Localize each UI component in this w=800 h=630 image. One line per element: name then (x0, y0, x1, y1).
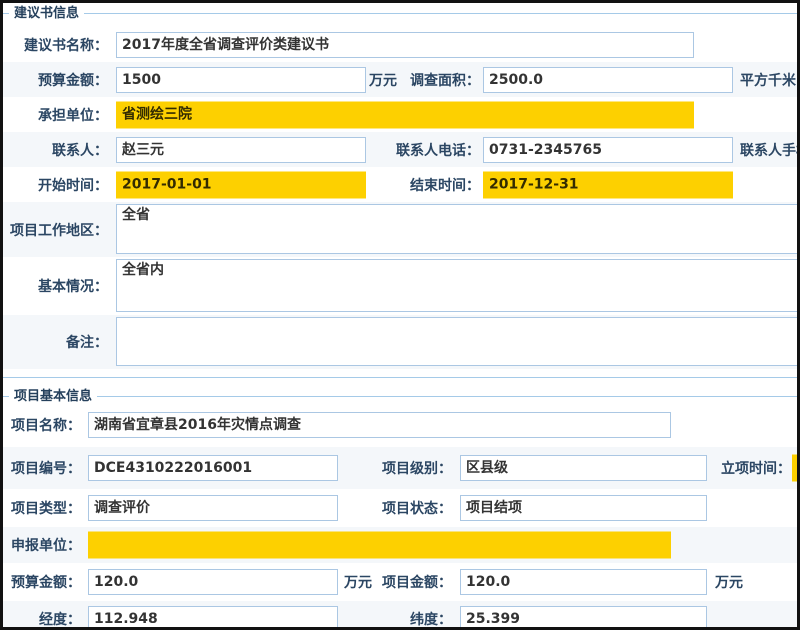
contact-label: 联系人： (3, 140, 108, 160)
survey-area-unit: 平方千米 (740, 70, 796, 90)
row-budget-amount: 预算金额： 120.0 万元 项目金额： 120.0 万元 (3, 563, 797, 601)
undertaker-input[interactable]: 省测绘三院 (116, 101, 694, 128)
row-undertaker: 承担单位： 省测绘三院 (3, 97, 797, 132)
contact-phone-input[interactable]: 0731-2345765 (483, 137, 733, 163)
longitude-label: 经度： (3, 609, 81, 629)
project-budget-unit: 万元 (344, 572, 372, 592)
contact-input[interactable]: 赵三元 (116, 137, 366, 163)
project-budget-input[interactable]: 120.0 (88, 569, 338, 595)
approval-time-label: 立项时间： (716, 458, 791, 478)
row-lon-lat: 经度： 112.948 纬度： 25.399 (3, 601, 797, 630)
row-type-status: 项目类型： 调查评价 项目状态： 项目结项 (3, 489, 797, 527)
undertaker-label: 承担单位： (3, 105, 108, 125)
row-project-name: 项目名称： 湖南省宜章县2016年灾情点调查 (3, 403, 797, 447)
project-amount-unit: 万元 (715, 572, 743, 592)
remarks-textarea[interactable] (116, 317, 800, 366)
budget-input[interactable]: 1500 (116, 67, 366, 93)
start-date-input[interactable]: 2017-01-01 (116, 171, 366, 198)
row-proposal-name: 建议书名称： 2017年度全省调查评价类建议书 (3, 27, 797, 62)
latitude-input[interactable]: 25.399 (460, 606, 707, 630)
row-remarks: 备注： (3, 315, 797, 369)
row-budget-area: 预算金额： 1500 万元 调查面积： 2500.0 平方千米 (3, 62, 797, 97)
budget-label: 预算金额： (3, 70, 108, 90)
latitude-label: 纬度： (377, 609, 452, 629)
project-amount-label: 项目金额： (377, 572, 452, 592)
contact-phone-label: 联系人电话： (375, 140, 480, 160)
project-type-input[interactable]: 调查评价 (88, 495, 338, 521)
row-dates: 开始时间： 2017-01-01 结束时间： 2017-12-31 (3, 167, 797, 202)
proposal-name-input[interactable]: 2017年度全省调查评价类建议书 (116, 32, 694, 58)
project-level-input[interactable]: 区县级 (460, 455, 707, 481)
form-page: 建议书信息 建议书名称： 2017年度全省调查评价类建议书 预算金额： 1500… (0, 0, 800, 630)
approval-time-input[interactable]: 2 (792, 455, 800, 482)
survey-area-input[interactable]: 2500.0 (483, 67, 733, 93)
project-code-input[interactable]: DCE4310222016001 (88, 455, 338, 481)
basic-info-textarea[interactable]: 全省内 (116, 259, 800, 312)
project-type-label: 项目类型： (3, 498, 81, 518)
project-level-label: 项目级别： (377, 458, 452, 478)
project-name-input[interactable]: 湖南省宜章县2016年灾情点调查 (88, 412, 671, 438)
declare-unit-label: 申报单位： (3, 535, 81, 555)
project-status-input[interactable]: 项目结项 (460, 495, 707, 521)
end-date-input[interactable]: 2017-12-31 (483, 171, 733, 198)
row-declare-unit: 申报单位： (3, 527, 797, 563)
row-basic-info: 基本情况： 全省内 (3, 257, 797, 315)
project-name-label: 项目名称： (3, 415, 81, 435)
row-contact: 联系人： 赵三元 联系人电话： 0731-2345765 联系人手机 (3, 132, 797, 167)
end-date-label: 结束时间： (375, 175, 480, 195)
longitude-input[interactable]: 112.948 (88, 606, 338, 630)
row-code-level: 项目编号： DCE4310222016001 项目级别： 区县级 立项时间： 2 (3, 447, 797, 489)
project-amount-input[interactable]: 120.0 (460, 569, 707, 595)
proposal-name-label: 建议书名称： (3, 35, 108, 55)
section-project-info: 项目基本信息 项目名称： 湖南省宜章县2016年灾情点调查 项目编号： DCE4… (3, 396, 797, 630)
basic-info-label: 基本情况： (3, 276, 108, 296)
section-proposal-info: 建议书信息 建议书名称： 2017年度全省调查评价类建议书 预算金额： 1500… (3, 13, 797, 378)
section-proposal-legend: 建议书信息 (9, 5, 84, 22)
remarks-label: 备注： (3, 332, 108, 352)
start-date-label: 开始时间： (3, 175, 108, 195)
row-work-region: 项目工作地区： 全省 (3, 202, 797, 257)
work-region-label: 项目工作地区： (3, 220, 108, 240)
project-code-label: 项目编号： (3, 458, 81, 478)
declare-unit-input[interactable] (88, 532, 671, 559)
survey-area-label: 调查面积： (375, 70, 480, 90)
project-budget-label: 预算金额： (3, 572, 81, 592)
work-region-textarea[interactable]: 全省 (116, 204, 800, 254)
contact-mobile-label: 联系人手机 (740, 140, 800, 160)
project-status-label: 项目状态： (377, 498, 452, 518)
